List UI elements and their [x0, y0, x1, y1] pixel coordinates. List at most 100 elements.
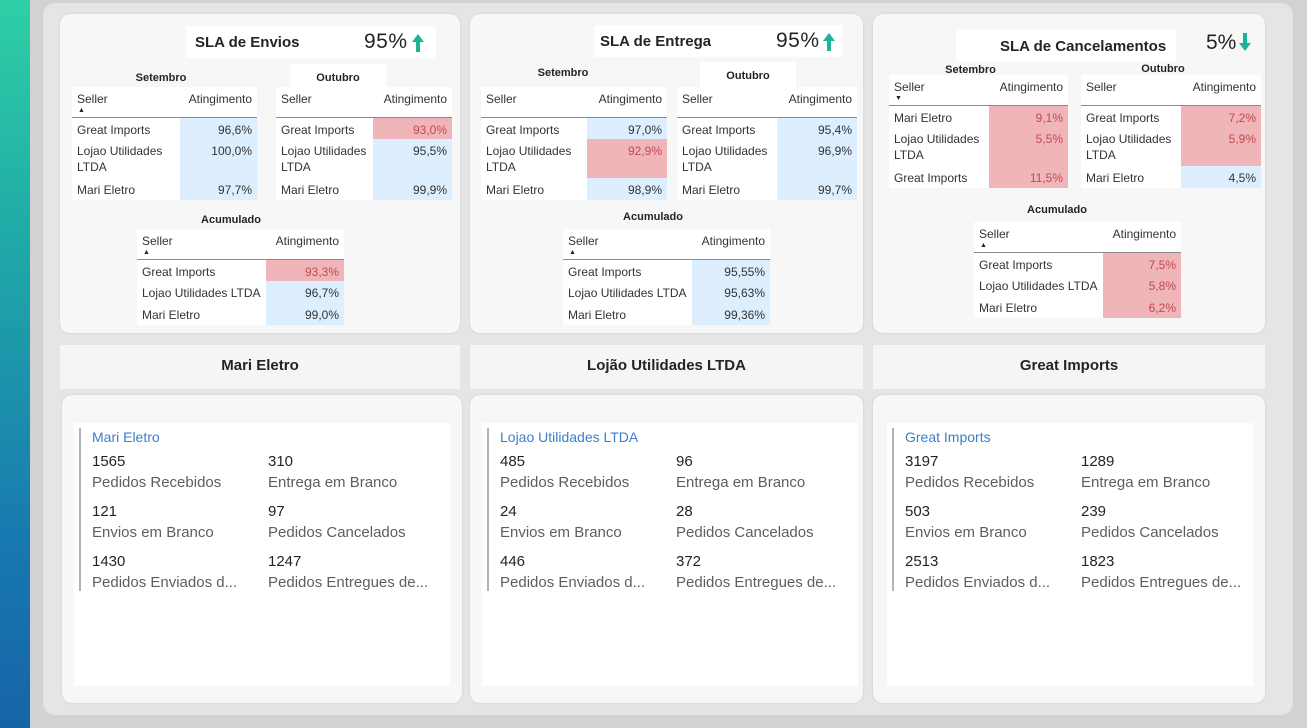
value-cell: 95,5% — [373, 139, 452, 178]
atingimento-column-header[interactable]: Atingimento — [1181, 75, 1261, 106]
seller-column-header[interactable]: Seller ▲ — [72, 87, 180, 118]
table-title-outubro: Outubro — [1141, 63, 1185, 75]
seller-cell: Mari Eletro — [568, 308, 627, 322]
table-row: Mari Eletro 9,1% — [889, 105, 1068, 127]
seller-header-title: Mari Eletro — [221, 357, 299, 374]
left-accent-bar — [0, 0, 30, 728]
metric-value: 372 — [676, 553, 702, 570]
seller-column-header[interactable]: Seller — [276, 87, 373, 118]
value-cell: 11,5% — [989, 166, 1068, 188]
table-row: Mari Eletro 99,7% — [677, 178, 857, 200]
value-cell: 98,9% — [587, 178, 667, 200]
sla-envios-acumulado-table: Seller ▲ Atingimento Great Imports 93,3% L… — [137, 229, 344, 325]
value-cell: 99,7% — [777, 178, 857, 200]
sort-arrow-icon[interactable]: ▲ — [980, 242, 987, 249]
card-title[interactable]: Mari Eletro — [92, 429, 160, 445]
seller-cell: Mari Eletro — [281, 183, 340, 197]
table-row: Mari Eletro 98,9% — [481, 178, 667, 200]
sla-cancelamentos-outubro-table: Seller Atingimento Great Imports 7,2% Loj… — [1081, 75, 1261, 188]
seller-cell: Mari Eletro — [1086, 171, 1145, 185]
atingimento-column-header[interactable]: Atingimento — [180, 87, 257, 118]
table-row: Great Imports 95,4% — [677, 117, 857, 139]
sort-arrow-icon[interactable]: ▲ — [143, 249, 150, 256]
metric-value: 1823 — [1081, 553, 1115, 570]
seller-cell: Lojao Utilidades LTDA — [486, 144, 572, 174]
sla-cancelamentos-title-card: SLA de Cancelamentos — [956, 30, 1176, 62]
table-row: Great Imports 96,6% — [72, 117, 257, 139]
seller-column-header[interactable]: Seller ▲ — [974, 222, 1103, 253]
table-row: Mari Eletro 99,36% — [563, 303, 770, 325]
value-cell: 96,7% — [265, 281, 344, 303]
metric-label: Entrega em Branco — [1081, 474, 1211, 491]
seller-cell: Mari Eletro — [682, 183, 741, 197]
table-row: Mari Eletro 6,2% — [974, 296, 1181, 318]
atingimento-column-header[interactable]: Atingimento — [691, 229, 770, 260]
sort-arrow-icon[interactable]: ▲ — [78, 107, 85, 114]
value-cell: 93,0% — [373, 117, 452, 139]
metric-value: 24 — [500, 503, 517, 520]
value-cell: 95,55% — [691, 259, 770, 281]
table-row: Great Imports 95,55% — [563, 259, 770, 281]
multi-row-card: Mari Eletro 1565 Pedidos Recebidos 310 E… — [74, 423, 450, 686]
card-accent-line — [79, 428, 81, 591]
sla-envios-setembro-table: Seller ▲ Atingimento Great Imports 96,6% L… — [72, 87, 257, 200]
atingimento-column-header[interactable]: Atingimento — [265, 229, 344, 260]
table-row: Great Imports 7,5% — [974, 252, 1181, 274]
seller-cell: Great Imports — [979, 257, 1053, 272]
multi-row-card: Great Imports 3197 Pedidos Recebidos 128… — [887, 423, 1253, 686]
seller-cell: Lojao Utilidades LTDA — [979, 279, 1098, 293]
seller-column-header[interactable]: Seller ▼ — [889, 75, 989, 106]
atingimento-column-header[interactable]: Atingimento — [587, 87, 667, 118]
table-row: Mari Eletro 99,0% — [137, 303, 344, 325]
seller-card-panel-lojao: Lojao Utilidades LTDA 485 Pedidos Recebi… — [470, 395, 863, 703]
seller-cell: Lojao Utilidades LTDA — [1086, 132, 1172, 162]
card-title[interactable]: Great Imports — [905, 429, 991, 445]
seller-column-header[interactable]: Seller ▲ — [563, 229, 692, 260]
metric-value: 3197 — [905, 453, 939, 470]
table-title-acumulado: Acumulado — [623, 211, 683, 223]
value-cell: 6,2% — [1102, 296, 1181, 318]
atingimento-column-header[interactable]: Atingimento — [989, 75, 1068, 106]
seller-cell: Great Imports — [486, 122, 560, 137]
seller-column-header[interactable]: Seller — [481, 87, 587, 118]
value-cell: 92,9% — [587, 139, 667, 178]
atingimento-column-header[interactable]: Atingimento — [777, 87, 857, 118]
sla-entrega-setembro-table: Seller Atingimento Great Imports 97,0% Lo… — [481, 87, 667, 200]
table-row: Lojao Utilidades LTDA 5,5% — [889, 127, 1068, 166]
seller-column-header[interactable]: Seller ▲ — [137, 229, 266, 260]
seller-column-header[interactable]: Seller — [1081, 75, 1181, 106]
sla-entrega-value: 95% — [776, 29, 820, 52]
table-row: Lojao Utilidades LTDA 100,0% — [72, 139, 257, 178]
seller-cell: Great Imports — [1086, 110, 1160, 125]
value-cell: 93,3% — [265, 259, 344, 281]
value-cell: 100,0% — [180, 139, 257, 178]
value-cell: 96,6% — [180, 117, 257, 139]
seller-cell: Great Imports — [568, 264, 642, 279]
sla-envios-panel: SLA de Envios 95% Setembro Seller ▲ Ating… — [60, 14, 460, 333]
seller-column-header[interactable]: Seller — [677, 87, 777, 118]
sla-entrega-title: SLA de Entrega — [600, 33, 712, 50]
seller-header-title: Great Imports — [1019, 357, 1119, 374]
table-title-outubro: Outubro — [700, 62, 796, 88]
table-row: Great Imports 97,0% — [481, 117, 667, 139]
atingimento-column-header[interactable]: Atingimento — [1102, 222, 1181, 253]
atingimento-column-header[interactable]: Atingimento — [373, 87, 452, 118]
table-row: Mari Eletro 4,5% — [1081, 166, 1261, 188]
metric-label: Pedidos Entregues de... — [676, 574, 837, 591]
table-row: Lojao Utilidades LTDA 96,7% — [137, 281, 344, 303]
sla-envios-outubro-table: Seller Atingimento Great Imports 93,0% Lo… — [276, 87, 452, 200]
seller-cell: Mari Eletro — [142, 308, 201, 322]
seller-header-great-imports: Great Imports — [873, 345, 1265, 389]
sla-cancelamentos-acumulado-table: Seller ▲ Atingimento Great Imports 7,5% Lo… — [974, 222, 1181, 318]
table-row: Lojao Utilidades LTDA 96,9% — [677, 139, 857, 178]
seller-cell: Great Imports — [682, 122, 756, 137]
card-title[interactable]: Lojao Utilidades LTDA — [500, 429, 638, 445]
sort-arrow-icon[interactable]: ▲ — [569, 249, 576, 256]
metric-label: Pedidos Cancelados — [1081, 524, 1219, 541]
metric-value: 121 — [92, 503, 118, 520]
sort-arrow-icon[interactable]: ▼ — [895, 95, 902, 102]
sla-cancelamentos-panel: SLA de Cancelamentos 5% Setembro Seller ▼… — [873, 14, 1265, 333]
metric-label: Pedidos Cancelados — [268, 524, 406, 541]
value-cell: 5,9% — [1181, 127, 1261, 166]
arrow-down-icon — [1239, 33, 1251, 51]
